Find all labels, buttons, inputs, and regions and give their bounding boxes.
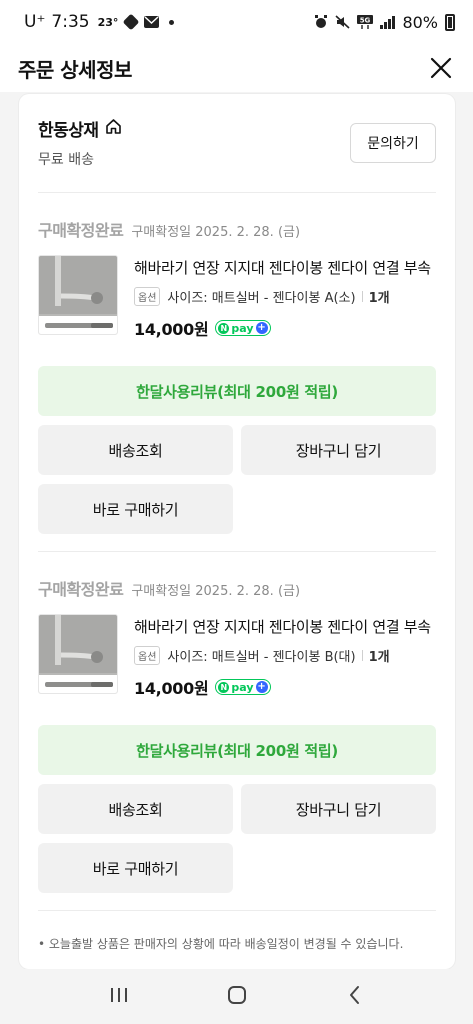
order-status-row: 구매확정완료 구매확정일 2025. 2. 28. (금) xyxy=(38,576,436,600)
review-button[interactable]: 한달사용리뷰(최대 200원 적립) xyxy=(38,725,436,775)
npay-plus-icon: + xyxy=(255,681,268,693)
npay-text: pay xyxy=(231,680,254,694)
recent-apps-icon xyxy=(111,987,128,1002)
npay-badge: N pay + xyxy=(215,679,271,695)
status-right: 5G 80% xyxy=(314,13,455,32)
review-button[interactable]: 한달사용리뷰(최대 200원 적립) xyxy=(38,366,436,416)
order-status: 구매확정완료 xyxy=(38,580,124,599)
npay-n-icon: N xyxy=(218,681,230,693)
shipping-notice: • 오늘출발 상품은 판매자의 상황에 따라 배송일정이 변경될 수 있습니다. xyxy=(38,937,404,951)
option-row: 옵션 사이즈: 매트실버 - 젠다이봉 A(소) 1개 xyxy=(134,287,436,306)
action-buttons: 배송조회 장바구니 담기 바로 구매하기 xyxy=(38,784,436,893)
npay-badge: N pay + xyxy=(215,320,271,336)
option-badge: 옵션 xyxy=(134,287,161,306)
buy-now-button[interactable]: 바로 구매하기 xyxy=(38,484,233,534)
alarm-icon xyxy=(314,15,328,29)
more-notifications-dot-icon xyxy=(169,19,175,25)
order-card: 한동상재 무료 배송 문의하기 구매확정완료 구매확정일 2025. 2. 28… xyxy=(19,94,455,969)
price: 14,000원 xyxy=(134,679,209,698)
close-icon xyxy=(430,57,452,79)
order-status: 구매확정완료 xyxy=(38,221,124,240)
home-button[interactable] xyxy=(226,984,248,1010)
quantity: 1개 xyxy=(368,291,390,306)
inquire-button[interactable]: 문의하기 xyxy=(350,123,436,163)
carrier-label: U⁺ xyxy=(24,12,46,32)
option-text: 사이즈: 매트실버 - 젠다이봉 A(소) xyxy=(167,291,356,306)
seller-name[interactable]: 한동상재 xyxy=(38,116,99,141)
divider xyxy=(38,551,436,552)
divider xyxy=(38,910,436,911)
home-icon[interactable] xyxy=(105,118,122,139)
option-badge: 옵션 xyxy=(134,646,161,665)
app-notification-icon xyxy=(123,13,140,31)
add-to-cart-button[interactable]: 장바구니 담기 xyxy=(241,784,436,834)
order-date: 구매확정일 2025. 2. 28. (금) xyxy=(131,225,301,240)
mail-icon xyxy=(144,16,160,28)
product-thumbnail[interactable] xyxy=(38,614,118,694)
option-text: 사이즈: 매트실버 - 젠다이봉 B(대) xyxy=(167,650,356,665)
battery-icon xyxy=(445,13,455,31)
quantity: 1개 xyxy=(368,650,390,665)
order-date: 구매확정일 2025. 2. 28. (금) xyxy=(131,584,301,599)
app-header: 주문 상세정보 xyxy=(0,44,473,92)
track-delivery-button[interactable]: 배송조회 xyxy=(38,784,233,834)
recent-apps-button[interactable] xyxy=(108,985,130,1009)
close-button[interactable] xyxy=(427,54,455,82)
product-thumbnail[interactable] xyxy=(38,255,118,335)
product-row[interactable]: 해바라기 연장 지지대 젠다이봉 젠다이 연결 부속 옵션 사이즈: 매트실버 … xyxy=(38,614,436,699)
price-row: 14,000원 N pay + xyxy=(134,675,436,699)
npay-n-icon: N xyxy=(218,322,230,334)
page-title: 주문 상세정보 xyxy=(18,57,132,82)
option-separator xyxy=(361,650,363,661)
home-button-icon xyxy=(228,985,247,1004)
order-item-1: 구매확정완료 구매확정일 2025. 2. 28. (금) 해바라기 연장 지지… xyxy=(38,217,436,534)
divider xyxy=(38,192,436,193)
action-buttons: 배송조회 장바구니 담기 바로 구매하기 xyxy=(38,425,436,534)
add-to-cart-button[interactable]: 장바구니 담기 xyxy=(241,425,436,475)
mute-icon xyxy=(335,15,350,29)
order-status-row: 구매확정완료 구매확정일 2025. 2. 28. (금) xyxy=(38,217,436,241)
npay-text: pay xyxy=(231,321,254,335)
clock: 7:35 xyxy=(51,12,90,32)
product-info: 해바라기 연장 지지대 젠다이봉 젠다이 연결 부속 옵션 사이즈: 매트실버 … xyxy=(134,614,436,699)
product-row[interactable]: 해바라기 연장 지지대 젠다이봉 젠다이 연결 부속 옵션 사이즈: 매트실버 … xyxy=(38,255,436,340)
buy-now-button[interactable]: 바로 구매하기 xyxy=(38,843,233,893)
price: 14,000원 xyxy=(134,320,209,339)
npay-plus-icon: + xyxy=(255,322,268,334)
option-row: 옵션 사이즈: 매트실버 - 젠다이봉 B(대) 1개 xyxy=(134,646,436,665)
back-icon xyxy=(349,985,359,1004)
product-info: 해바라기 연장 지지대 젠다이봉 젠다이 연결 부속 옵션 사이즈: 매트실버 … xyxy=(134,255,436,340)
signal-icon xyxy=(380,15,396,29)
system-nav-bar xyxy=(0,969,473,1024)
temperature: 23° xyxy=(97,15,119,29)
product-name[interactable]: 해바라기 연장 지지대 젠다이봉 젠다이 연결 부속 xyxy=(134,616,434,637)
track-delivery-button[interactable]: 배송조회 xyxy=(38,425,233,475)
svg-text:5G: 5G xyxy=(360,17,371,25)
battery-percent: 80% xyxy=(402,12,438,32)
status-bar: U⁺ 7:35 23° 5G 80% xyxy=(0,0,473,44)
product-name[interactable]: 해바라기 연장 지지대 젠다이봉 젠다이 연결 부속 xyxy=(134,257,434,278)
network-5g-icon: 5G xyxy=(357,15,374,29)
back-button[interactable] xyxy=(345,984,365,1010)
order-item-2: 구매확정완료 구매확정일 2025. 2. 28. (금) 해바라기 연장 지지… xyxy=(38,576,436,893)
option-separator xyxy=(361,291,363,302)
status-left: U⁺ 7:35 23° xyxy=(24,12,175,32)
price-row: 14,000원 N pay + xyxy=(134,316,436,340)
